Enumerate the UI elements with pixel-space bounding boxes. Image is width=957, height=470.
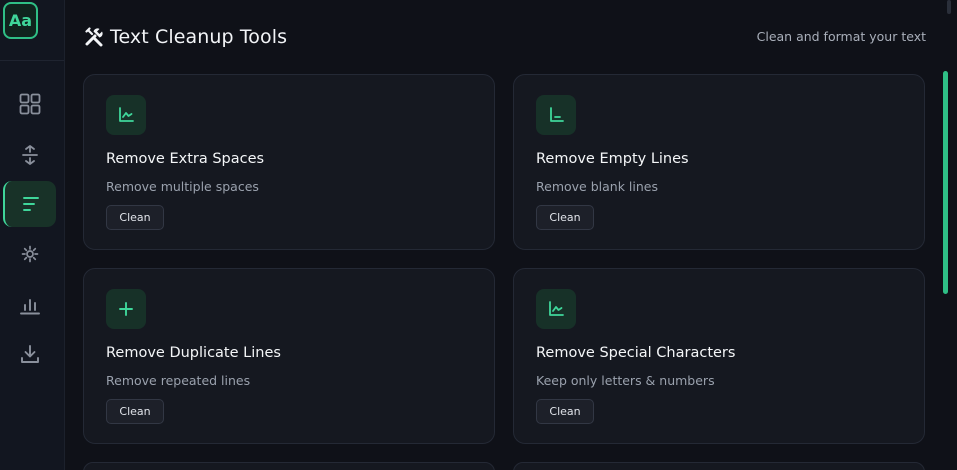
card-icon-box — [106, 289, 146, 329]
main-content: Text Cleanup Tools Clean and format your… — [65, 0, 940, 470]
card-icon-box — [536, 95, 576, 135]
app-logo[interactable]: Aa — [3, 2, 38, 39]
page-title-text: Text Cleanup Tools — [110, 26, 288, 48]
sidebar-divider — [0, 60, 64, 61]
sidebar-item-cleanup[interactable] — [3, 181, 56, 227]
chart-icon — [549, 301, 564, 316]
grid-icon — [19, 93, 40, 115]
chart-icon — [119, 107, 134, 122]
card-title: Remove Special Characters — [536, 345, 736, 361]
clean-button[interactable]: Clean — [106, 205, 164, 230]
sidebar-item-generate[interactable] — [3, 231, 56, 277]
card-title: Remove Empty Lines — [536, 151, 689, 167]
tools-icon — [85, 27, 103, 47]
card-description: Remove multiple spaces — [106, 179, 259, 194]
sidebar-item-convert[interactable] — [3, 132, 56, 178]
card-icon-box — [106, 95, 146, 135]
corner-icon — [550, 107, 564, 122]
lines-icon — [22, 197, 39, 211]
sidebar-item-export[interactable] — [3, 331, 56, 377]
sidebar: Aa — [0, 0, 65, 470]
card-description: Remove blank lines — [536, 179, 658, 194]
scrollbar-top-marker — [947, 0, 951, 14]
card-description: Keep only letters & numbers — [536, 373, 715, 388]
tool-card-duplicate-lines: Remove Duplicate Lines Remove repeated l… — [83, 268, 495, 444]
page-subtitle: Clean and format your text — [756, 29, 926, 44]
card-title: Remove Extra Spaces — [106, 151, 265, 167]
download-icon — [20, 345, 39, 363]
vertical-arrows-icon — [21, 145, 38, 165]
plus-icon — [119, 302, 133, 316]
sidebar-item-dashboard[interactable] — [3, 81, 56, 127]
tool-card-extra-spaces: Remove Extra Spaces Remove multiple spac… — [83, 74, 495, 250]
scrollbar-thumb[interactable] — [943, 71, 948, 294]
tool-card-partial — [83, 462, 495, 470]
tool-card-empty-lines: Remove Empty Lines Remove blank lines Cl… — [513, 74, 925, 250]
sidebar-item-stats[interactable] — [3, 283, 56, 329]
sparkle-icon — [21, 245, 38, 263]
card-description: Remove repeated lines — [106, 373, 251, 388]
page-title: Text Cleanup Tools — [84, 26, 287, 48]
app-window: Aa Text Cleanup Tools Clean and format y… — [0, 0, 957, 470]
logo-text: Aa — [8, 11, 33, 30]
card-icon-box — [536, 289, 576, 329]
clean-button[interactable]: Clean — [536, 205, 594, 230]
tool-card-special-characters: Remove Special Characters Keep only lett… — [513, 268, 925, 444]
card-title: Remove Duplicate Lines — [106, 345, 281, 361]
tool-card-partial — [513, 462, 925, 470]
bar-chart-icon — [19, 299, 40, 315]
clean-button[interactable]: Clean — [536, 399, 594, 424]
clean-button[interactable]: Clean — [106, 399, 164, 424]
